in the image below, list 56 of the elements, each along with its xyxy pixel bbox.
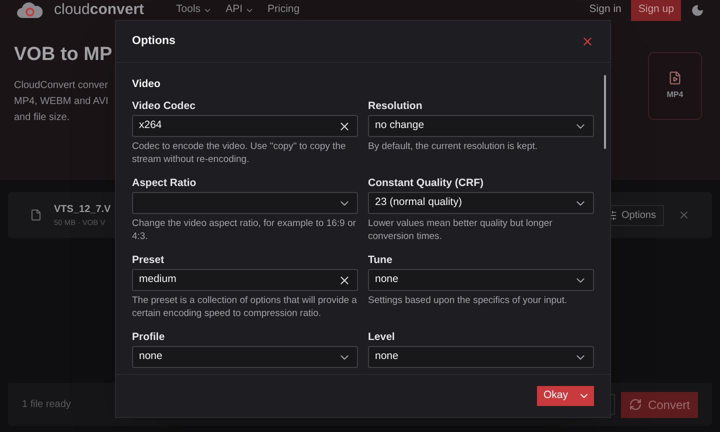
field-label: Preset	[132, 253, 166, 267]
field-value: no change	[375, 118, 424, 134]
field-label: Resolution	[368, 99, 424, 113]
field-value: 23 (normal quality)	[375, 195, 462, 210]
status-text: 1 file ready	[22, 398, 71, 412]
file-name: VTS_12_7.V	[54, 202, 111, 217]
field-hint: Settings based upon the specifics of your input.	[368, 295, 568, 308]
close-icon[interactable]	[678, 209, 690, 221]
field-hint: Lower values mean better quality but longer conversion times.	[368, 218, 554, 243]
nav-link[interactable]: Tools	[176, 2, 212, 18]
field-value: x264	[139, 118, 162, 134]
format-card[interactable]: MP4	[648, 52, 702, 120]
page-title: VOB to MP	[14, 43, 112, 67]
select-field[interactable]: no change	[368, 115, 594, 137]
okay-button[interactable]: Okay	[537, 386, 594, 406]
clear-icon[interactable]	[338, 120, 351, 132]
field-value: none	[375, 272, 398, 288]
clear-icon[interactable]	[338, 274, 351, 286]
scrollbar-thumb[interactable]	[604, 75, 606, 149]
description-line: CloudConvert conver	[14, 79, 109, 93]
refresh-icon	[628, 398, 642, 411]
field-label: Aspect Ratio	[132, 176, 198, 190]
field-hint: Codec to encode the video. Use "copy" to copy the stream without re-encoding.	[132, 141, 347, 166]
file-icon	[30, 209, 42, 221]
sign-up-button[interactable]: Sign up	[631, 0, 681, 20]
field-hint: Change the video aspect ratio, for example to 16:9 or 4:3.	[132, 218, 357, 243]
field-value: none	[375, 349, 398, 364]
select-field[interactable]: 23 (normal quality)	[368, 192, 594, 214]
select-field[interactable]: none	[368, 346, 594, 368]
video-file-icon	[668, 71, 682, 85]
field-label: Tune	[368, 253, 394, 267]
field-label: Video Codec	[132, 99, 196, 113]
cloud-logo-icon	[16, 1, 44, 19]
field-hint: The preset is a collection of options that will provide a certain encoding speed to compression ratio.	[132, 295, 358, 320]
input-field[interactable]: medium	[132, 269, 358, 291]
field-value: medium	[139, 272, 176, 288]
sign-in-link[interactable]: Sign in	[589, 2, 622, 18]
field-hint: By default, the current resolution is kept.	[368, 141, 539, 154]
select-field[interactable]: none	[368, 269, 594, 291]
field-value: none	[139, 349, 162, 364]
field-label: Profile	[132, 330, 166, 344]
field-label: Level	[368, 330, 396, 344]
nav-link[interactable]: Pricing	[268, 2, 300, 18]
close-icon[interactable]	[581, 35, 594, 48]
moon-icon[interactable]	[691, 4, 704, 16]
description-line: MP4, WEBM and AVI	[14, 95, 110, 109]
select-field[interactable]	[132, 192, 358, 214]
field-label: Constant Quality (CRF)	[368, 176, 484, 190]
format-label: MP4	[666, 89, 684, 101]
logo-text: cloudconvert	[54, 1, 144, 19]
select-field[interactable]: none	[132, 346, 358, 368]
input-field[interactable]: x264	[132, 115, 358, 137]
dialog-title: Options	[132, 34, 176, 49]
section-title: Video	[132, 77, 162, 91]
description-line: and file size.	[14, 111, 71, 125]
nav-link[interactable]: API	[226, 2, 254, 18]
